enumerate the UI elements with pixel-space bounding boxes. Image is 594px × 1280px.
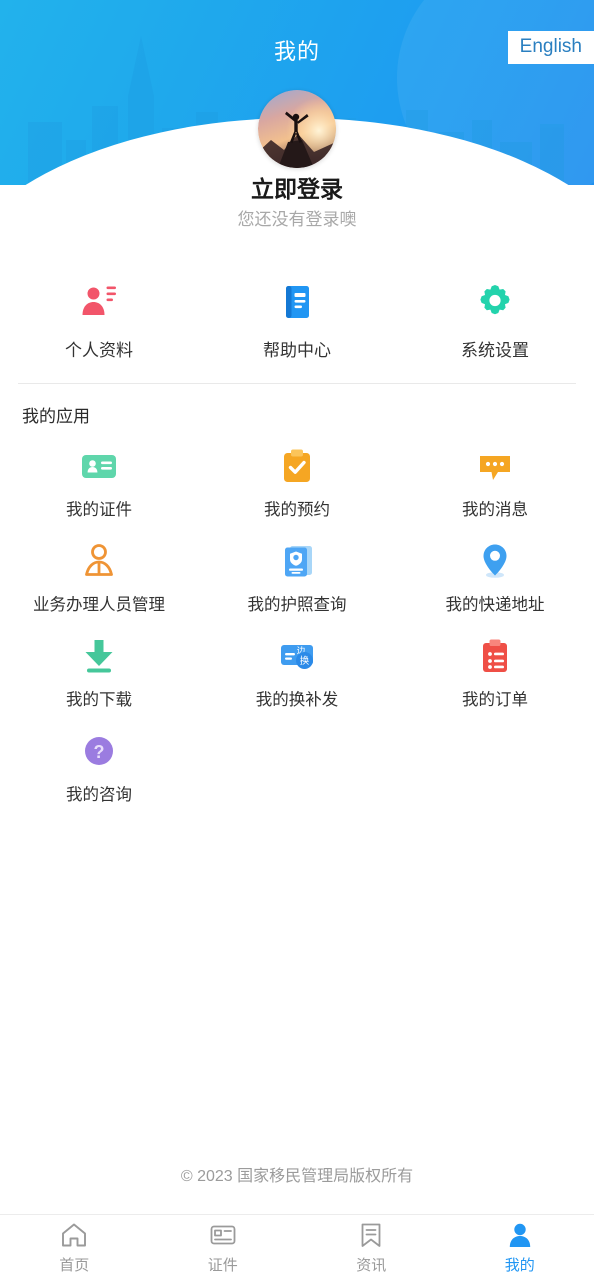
page-header: 我的 English 立即登录 您还没有登录噢 [0, 0, 594, 250]
app-item-my-orders[interactable]: 我的订单 [396, 627, 594, 722]
quick-action-profile[interactable]: 个人资料 [0, 282, 198, 361]
question-circle-icon: ? [84, 737, 113, 765]
app-item-label: 我的换补发 [255, 691, 339, 709]
app-item-passport-query[interactable]: 我的护照查询 [198, 532, 396, 627]
exchange-card-icon: 边 换 [280, 645, 313, 669]
app-item-label: 我的订单 [461, 691, 528, 709]
mountain-sunset-photo-icon [258, 90, 336, 168]
tab-label: 首页 [59, 1256, 90, 1274]
person-icon [509, 1223, 530, 1247]
app-item-reissue-exchange[interactable]: 边 换 我的换补发 [198, 627, 396, 722]
quick-actions-row: 个人资料 帮助中心 系统设置 [0, 250, 594, 383]
help-book-icon [286, 286, 309, 318]
app-item-staff-management[interactable]: 业务办理人员管理 [0, 532, 198, 627]
person-outline-icon [85, 544, 113, 576]
profile-card-icon [82, 286, 116, 315]
my-apps-grid: 我的证件 我的预约 我的消息 业务办理人员管理 我的护照查询 我的快递地址 我的… [0, 437, 594, 817]
quick-action-help-center[interactable]: 帮助中心 [198, 282, 396, 361]
bookmark-icon [361, 1223, 381, 1247]
copyright-text: © 2023 国家移民管理局版权所有 [180, 1168, 414, 1185]
bottom-tab-bar: 首页 证件 资讯 我的 [0, 1214, 594, 1280]
app-item-label: 我的证件 [65, 501, 132, 519]
app-icon-box [474, 635, 516, 677]
location-pin-icon [483, 544, 507, 578]
clipboard-check-icon [283, 449, 310, 482]
passport-icon [284, 546, 312, 577]
tab-mine[interactable]: 我的 [446, 1215, 594, 1280]
app-icon-box [474, 540, 516, 582]
app-item-my-messages[interactable]: 我的消息 [396, 437, 594, 532]
svg-text:?: ? [93, 742, 104, 762]
app-item-my-appointment[interactable]: 我的预约 [198, 437, 396, 532]
app-icon-box [276, 445, 318, 487]
language-toggle-button[interactable]: English [507, 31, 594, 64]
id-card-icon [81, 455, 116, 478]
quick-action-system-settings[interactable]: 系统设置 [396, 282, 594, 361]
app-item-label: 我的护照查询 [247, 596, 347, 614]
page-title: 我的 [273, 39, 320, 64]
app-icon-box: ? [78, 730, 120, 772]
app-icon-box [78, 540, 120, 582]
tab-credentials[interactable]: 证件 [149, 1215, 298, 1280]
tab-label: 资讯 [356, 1256, 387, 1274]
svg-text:换: 换 [300, 655, 310, 667]
app-icon-box [78, 445, 120, 487]
download-icon [85, 640, 113, 673]
app-item-label: 我的下载 [65, 691, 132, 709]
app-icon-box: 边 换 [276, 635, 318, 677]
id-card-icon [210, 1225, 236, 1244]
quick-action-label: 帮助中心 [263, 341, 331, 360]
app-icon-box [276, 540, 318, 582]
app-item-label: 我的消息 [461, 501, 528, 519]
avatar-image [258, 90, 336, 168]
login-prompt-title[interactable]: 立即登录 [0, 170, 594, 204]
tab-label: 我的 [504, 1256, 535, 1274]
app-item-my-consultation[interactable]: ? 我的咨询 [0, 722, 198, 817]
app-item-my-downloads[interactable]: 我的下载 [0, 627, 198, 722]
home-icon [62, 1223, 87, 1246]
my-page-screen: 我的 English 立即登录 您还没有登录噢 个人资料 帮助中心 系统设置 我… [0, 0, 594, 1280]
my-apps-section-title: 我的应用 [22, 407, 90, 426]
app-item-label: 我的咨询 [65, 786, 132, 804]
avatar[interactable] [258, 90, 336, 168]
app-item-my-credentials[interactable]: 我的证件 [0, 437, 198, 532]
app-icon-box [78, 635, 120, 677]
gear-icon [480, 285, 510, 315]
login-prompt-subtitle: 您还没有登录噢 [237, 210, 357, 229]
message-bubble-icon [479, 456, 510, 480]
app-item-label: 业务办理人员管理 [32, 596, 165, 614]
tab-label: 证件 [207, 1256, 238, 1274]
app-item-delivery-address[interactable]: 我的快递地址 [396, 532, 594, 627]
app-item-label: 我的预约 [263, 501, 330, 519]
quick-action-label: 系统设置 [461, 341, 529, 360]
quick-action-label: 个人资料 [65, 341, 133, 360]
tab-news[interactable]: 资讯 [297, 1215, 446, 1280]
order-list-icon [482, 639, 507, 672]
app-icon-box [474, 445, 516, 487]
app-item-label: 我的快递地址 [445, 596, 545, 614]
tab-home[interactable]: 首页 [0, 1215, 149, 1280]
